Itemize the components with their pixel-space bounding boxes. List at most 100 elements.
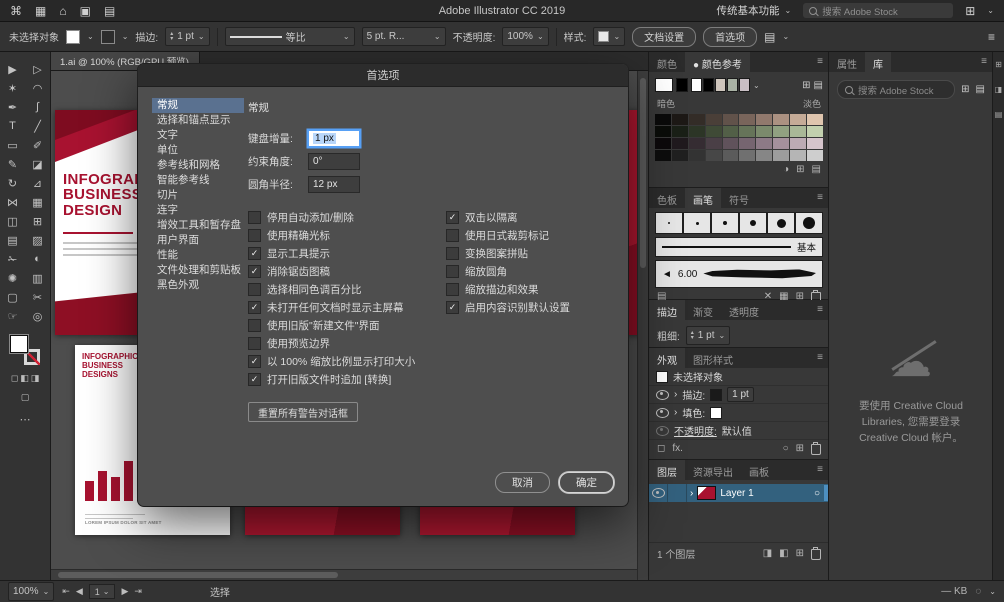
color-panel-tabs-tab-0[interactable]: 颜色 [649,52,685,72]
magic-wand-tool[interactable]: ✶ [3,79,23,97]
panel-menu-icon[interactable]: ≡ [811,348,829,368]
harmony-swatch[interactable] [739,78,750,92]
rectangle-tool[interactable]: ▭ [3,136,23,154]
limit-colors-icon[interactable]: ◑ [783,164,789,175]
color-guide-swatch[interactable] [723,150,739,161]
color-guide-swatch[interactable] [672,138,688,149]
eyedropper-tool[interactable]: ✁ [3,250,23,268]
checkbox[interactable] [248,337,261,350]
color-guide-swatch[interactable] [689,138,705,149]
draw-behind-icon[interactable]: ◧ [20,373,29,384]
pen-tool[interactable]: ✒ [3,98,23,116]
fill-stroke-indicator[interactable] [10,335,40,365]
chevron-down-icon[interactable]: ⌄ [434,32,441,41]
blend-tool[interactable]: ◐ [28,250,48,268]
harmony-swatch[interactable] [691,78,702,92]
field-input-0[interactable]: 1 px [308,130,360,147]
field-input-2[interactable]: 12 px [308,176,360,193]
checkbox-row[interactable]: 使用日式裁剪标记 [446,226,616,244]
color-guide-swatch[interactable] [689,150,705,161]
chevron-down-icon[interactable]: ⌄ [718,331,725,340]
color-guide-swatch[interactable] [790,150,806,161]
checkbox[interactable] [446,229,459,242]
dialog-category-2[interactable]: 文字 [152,128,244,143]
dialog-category-1[interactable]: 选择和锚点显示 [152,113,244,128]
chevron-right-icon[interactable]: › [674,407,677,418]
color-guide-swatch[interactable] [723,138,739,149]
color-guide-swatch[interactable] [756,114,772,125]
graph-tool[interactable]: ▥ [28,269,48,287]
checkbox[interactable]: ✓ [446,211,459,224]
first-artboard-icon[interactable]: ⇤ [62,586,70,597]
stroke-chevron-icon[interactable]: ⌄ [122,32,129,41]
shape-builder-tool[interactable]: ◫ [3,212,23,230]
checkbox-row[interactable]: 缩放描边和效果 [446,280,616,298]
menubar-chevron-icon[interactable]: ⌄ [987,6,994,15]
checkbox[interactable]: ✓ [248,247,261,260]
checkbox[interactable] [446,283,459,296]
checkbox-row[interactable]: 缩放圆角 [446,262,616,280]
libraries-search-input[interactable]: 搜索 Adobe Stock [837,80,955,99]
checkbox[interactable] [248,229,261,242]
visibility-eye-icon[interactable] [656,390,669,400]
add-effect-icon[interactable]: fx. [672,443,683,454]
color-guide-swatch[interactable] [706,138,722,149]
new-sublayer-icon[interactable]: ◧ [779,548,788,559]
color-guide-swatch[interactable] [739,138,755,149]
fill-color-well[interactable] [10,335,28,353]
arrange-documents-icon[interactable]: ▤ [104,0,115,22]
color-guide-swatch[interactable] [807,150,823,161]
paintbrush-tool[interactable]: ✐ [28,136,48,154]
chevron-down-icon[interactable]: ⌄ [198,32,205,41]
checkbox[interactable]: ✓ [248,301,261,314]
appearance-panel-tabs-tab-0[interactable]: 外观 [649,348,685,368]
clear-appearance-icon[interactable]: ○ [783,443,789,454]
dialog-category-11[interactable]: 文件处理和剪贴板 [152,263,244,278]
dialog-category-6[interactable]: 切片 [152,188,244,203]
preferences-button[interactable]: 首选项 [703,27,757,47]
next-artboard-icon[interactable]: ▶ [121,586,128,597]
workspace-switcher[interactable]: 传统基本功能 ⌄ [717,3,792,18]
color-guide-swatch[interactable] [655,138,671,149]
dialog-category-7[interactable]: 连字 [152,203,244,218]
collapsed-panel-icon[interactable]: ◨ [995,85,1003,94]
color-guide-swatch[interactable] [790,138,806,149]
calligraphic-brush[interactable] [711,212,739,234]
calligraphic-brush[interactable] [683,212,711,234]
document-setup-button[interactable]: 文档设置 [632,27,696,47]
weight-stepper[interactable]: ▴▾ 1 pt ⌄ [686,326,730,345]
fill-chevron-icon[interactable]: ⌄ [87,32,94,41]
brushes-panel-tabs-tab-2[interactable]: 符号 [721,188,757,208]
layer-row[interactable]: › Layer 1 ○ [649,484,829,502]
checkbox[interactable] [446,247,459,260]
horizontal-scrollbar[interactable] [50,569,638,580]
checkbox-row[interactable]: ✓显示工具提示 [248,244,446,262]
layer-visibility-icon[interactable] [652,488,665,498]
slice-tool[interactable]: ✂ [28,288,48,306]
chevron-down-icon[interactable]: ⌄ [613,32,620,41]
stroke-panel-tabs-tab-1[interactable]: 渐变 [685,300,721,320]
chevron-right-icon[interactable]: › [674,389,677,400]
appearance-stroke-row[interactable]: › 描边: 1 pt [649,386,829,404]
new-stroke-icon[interactable]: ◻ [657,443,665,454]
edit-toolbar-icon[interactable]: ⋯ [0,413,50,426]
dialog-category-4[interactable]: 参考线和网格 [152,158,244,173]
scale-tool[interactable]: ⊿ [28,174,48,192]
width-profile-dropdown[interactable]: 等比 ⌄ [225,27,355,46]
new-layer-icon[interactable]: ⊞ [796,548,804,559]
checkbox[interactable]: ✓ [248,265,261,278]
dialog-category-8[interactable]: 增效工具和暂存盘 [152,218,244,233]
library-grid-view-icon[interactable]: ⊞ [961,84,969,95]
chevron-down-icon[interactable]: ⌄ [782,32,789,41]
duplicate-item-icon[interactable]: ⊞ [796,443,804,454]
color-guide-swatch[interactable] [756,150,772,161]
color-guide-swatch[interactable] [756,126,772,137]
artboard-nav-icon[interactable]: ▣ [80,0,91,22]
checkbox-row[interactable]: ✓双击以隔离 [446,208,616,226]
stroke-weight-stepper[interactable]: ▴▾ 1 pt ⌄ [165,27,209,46]
color-guide-swatch[interactable] [655,114,671,125]
draw-inside-icon[interactable]: ◨ [31,373,40,384]
brushes-panel-tabs-tab-0[interactable]: 色板 [649,188,685,208]
dialog-category-12[interactable]: 黑色外观 [152,278,244,293]
checkbox-row[interactable]: ✓打开旧版文件时追加 [转换] [248,370,446,388]
